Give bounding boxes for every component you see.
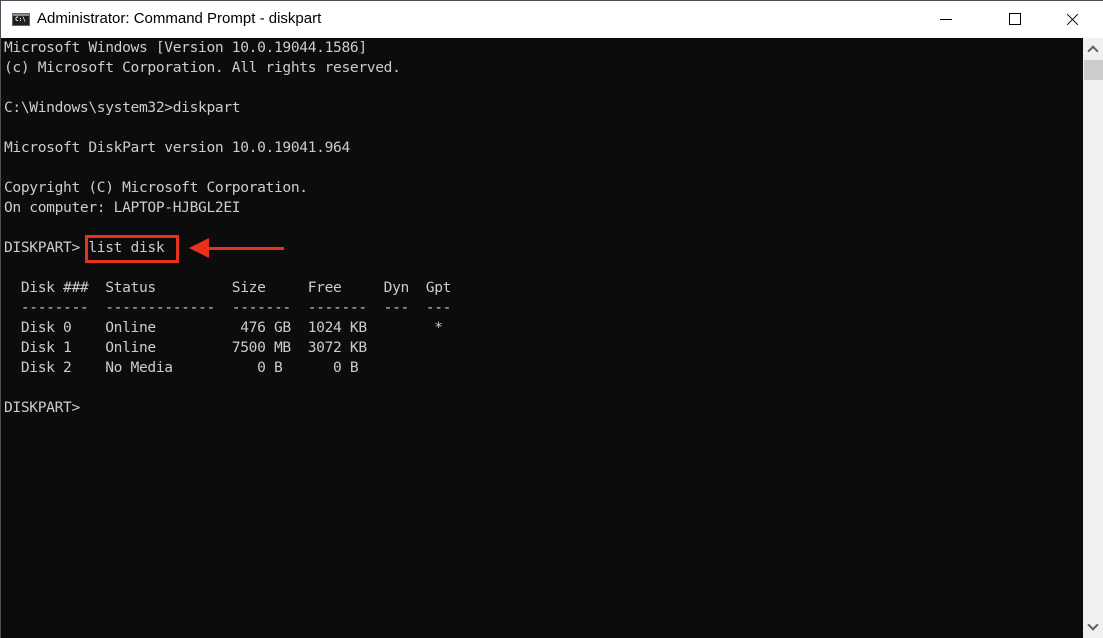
console-line: On computer: LAPTOP-HJBGL2EI [4, 199, 241, 216]
command-prompt-window: C:\ Administrator: Command Prompt - disk… [0, 0, 1103, 638]
maximize-icon [1009, 13, 1021, 25]
disk-table-header: Disk ### Status Size Free Dyn Gpt [4, 279, 452, 296]
command-highlight-box [85, 235, 179, 263]
disk-table-row: Disk 1 Online 7500 MB 3072 KB [4, 339, 367, 356]
annotation-arrow-shaft [201, 247, 284, 250]
maximize-button[interactable] [991, 1, 1037, 38]
console-line: C:\Windows\system32>diskpart [4, 99, 241, 116]
disk-table-separator: -------- ------------- ------- ------- -… [4, 299, 452, 316]
window-title: Administrator: Command Prompt - diskpart [37, 10, 322, 27]
console-line: Microsoft DiskPart version 10.0.19041.96… [4, 139, 350, 156]
close-button[interactable] [1049, 1, 1095, 38]
scroll-down-icon[interactable] [1083, 617, 1103, 638]
scroll-thumb[interactable] [1084, 60, 1103, 80]
minimize-icon [940, 19, 952, 20]
diskpart-prompt[interactable]: DISKPART> [4, 398, 80, 418]
console-line: (c) Microsoft Corporation. All rights re… [4, 59, 401, 76]
minimize-button[interactable] [923, 1, 969, 38]
command-prompt-icon: C:\ [12, 13, 30, 26]
disk-table-row: Disk 2 No Media 0 B 0 B [4, 359, 359, 376]
disk-table-row: Disk 0 Online 476 GB 1024 KB * [4, 319, 443, 336]
scroll-up-icon[interactable] [1083, 38, 1103, 59]
console-line: Microsoft Windows [Version 10.0.19044.15… [4, 39, 367, 56]
title-bar[interactable]: C:\ Administrator: Command Prompt - disk… [1, 0, 1103, 38]
vertical-scrollbar[interactable] [1083, 38, 1103, 638]
console-line: Copyright (C) Microsoft Corporation. [4, 179, 308, 196]
console-output[interactable]: Microsoft Windows [Version 10.0.19044.15… [2, 38, 1083, 638]
